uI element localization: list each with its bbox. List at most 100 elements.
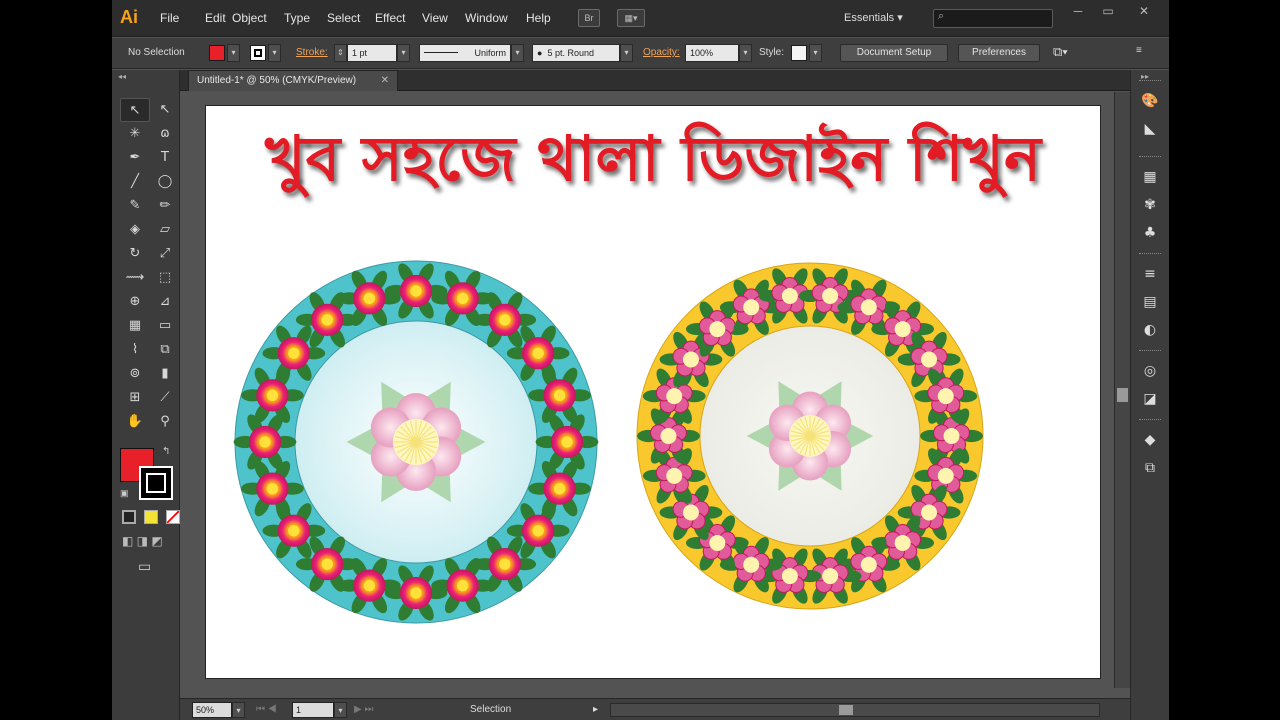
type-tool-icon[interactable]: T [150,146,180,170]
stroke-stepper[interactable]: ⇕ [334,44,347,62]
menu-effect[interactable]: Effect [375,11,405,25]
close-window-button[interactable]: ✕ [1130,4,1158,18]
panel-group-grip[interactable] [1139,419,1161,421]
menu-object[interactable]: Object [232,11,267,25]
brushes-icon[interactable]: ✾ [1139,194,1161,216]
line-tool-icon[interactable]: ╱ [120,170,150,194]
minimize-button[interactable]: ─ [1064,4,1092,18]
search-input[interactable]: ⌕ [933,9,1053,28]
stroke-weight-field[interactable]: 1 pt [347,44,397,62]
transparency-icon[interactable]: ◐ [1139,319,1161,341]
arrange-documents-icon[interactable]: ▦▾ [617,9,645,27]
color-panel-icon[interactable]: 🎨 [1139,90,1161,112]
swatches-icon[interactable]: ▦ [1139,166,1161,188]
menu-help[interactable]: Help [526,11,551,25]
stroke-color-box[interactable] [139,466,173,500]
profile-dropdown[interactable]: ▾ [511,44,524,62]
pen-tool-icon[interactable]: ✒ [120,146,150,170]
free-transform-tool-icon[interactable]: ⬚ [150,266,180,290]
layers-icon[interactable]: ◆ [1139,429,1161,451]
opacity-field[interactable]: 100% [685,44,739,62]
menu-select[interactable]: Select [327,11,360,25]
ellipse-tool-icon[interactable]: ◯ [150,170,180,194]
panel-group-grip[interactable] [1139,156,1161,158]
blob-brush-tool-icon[interactable]: ◈ [120,218,150,242]
stroke-label[interactable]: Stroke: [296,47,328,58]
zoom-field[interactable]: 50% [192,702,232,718]
artboard-number-field[interactable]: 1 [292,702,334,718]
last-artboard-icon[interactable]: ▶ ⏭ [354,704,373,715]
width-tool-icon[interactable]: ⟿ [120,266,150,290]
color-guide-icon[interactable]: ◣ [1139,118,1161,140]
mesh-tool-icon[interactable]: ▦ [120,314,150,338]
align-icon[interactable]: ⧉▾ [1053,44,1068,60]
restore-button[interactable]: ▭ [1094,4,1122,18]
color-mode-icon[interactable] [122,510,136,524]
opacity-label[interactable]: Opacity: [643,47,680,58]
graphic-styles-icon[interactable]: ◪ [1139,388,1161,410]
menu-file[interactable]: File [160,11,179,25]
column-graph-tool-icon[interactable]: ▮ [150,362,180,386]
hand-tool-icon[interactable]: ✋ [120,410,150,434]
default-colors-icon[interactable]: ▣ [120,488,129,499]
zoom-tool-icon[interactable]: ⚲ [150,410,180,434]
slice-tool-icon[interactable]: ⟋ [150,386,180,410]
artboards-icon[interactable]: ⧉ [1139,457,1161,479]
appearance-icon[interactable]: ◎ [1139,360,1161,382]
horizontal-scroll-thumb[interactable] [839,705,853,715]
draw-mode-icons[interactable]: ◧ ◨ ◩ [122,534,163,548]
canvas-area[interactable]: খুব সহজে থালা ডিজাইন শিখুন [180,92,1114,688]
selection-tool-icon[interactable]: ↖ [120,98,150,122]
brush-definition[interactable]: ● 5 pt. Round [532,44,620,62]
gradient-icon[interactable]: ▤ [1139,291,1161,313]
rotate-tool-icon[interactable]: ↻ [120,242,150,266]
scale-tool-icon[interactable]: ⤢ [150,242,180,266]
menu-type[interactable]: Type [284,11,310,25]
workspace-switcher[interactable]: Essentials ▾ [844,11,903,24]
stroke-weight-dropdown[interactable]: ▾ [397,44,410,62]
panel-group-grip[interactable] [1139,350,1161,352]
artboard[interactable]: খুব সহজে থালা ডিজাইন শিখুন [205,105,1101,679]
document-tab[interactable]: Untitled-1* @ 50% (CMYK/Preview) ✕ [188,70,398,91]
shape-builder-tool-icon[interactable]: ⊕ [120,290,150,314]
graphic-style-swatch[interactable] [791,45,807,61]
perspective-grid-tool-icon[interactable]: ⊿ [150,290,180,314]
stroke-icon[interactable]: ≡ [1139,263,1161,285]
symbol-sprayer-tool-icon[interactable]: ⊚ [120,362,150,386]
menu-view[interactable]: View [422,11,448,25]
magic-wand-tool-icon[interactable]: ✳ [120,122,150,146]
panel-group-grip[interactable] [1139,253,1161,255]
first-artboard-icon[interactable]: ⏮ ◀ [256,704,277,715]
vertical-scroll-thumb[interactable] [1117,388,1128,402]
bridge-button[interactable]: Br [578,9,600,27]
gradient-mode-icon[interactable] [144,510,158,524]
menu-edit[interactable]: Edit [205,11,226,25]
collapse-icon[interactable]: ◂◂ [118,72,126,81]
blend-tool-icon[interactable]: ⧉ [150,338,180,362]
gradient-tool-icon[interactable]: ▭ [150,314,180,338]
document-setup-button[interactable]: Document Setup [840,44,948,62]
eyedropper-tool-icon[interactable]: ⌇ [120,338,150,362]
menu-window[interactable]: Window [465,11,508,25]
stroke-dropdown[interactable]: ▾ [268,44,281,62]
brush-dropdown[interactable]: ▾ [620,44,633,62]
opacity-dropdown[interactable]: ▾ [739,44,752,62]
artboard-tool-icon[interactable]: ⊞ [120,386,150,410]
close-tab-icon[interactable]: ✕ [381,71,389,91]
vertical-scrollbar[interactable] [1114,92,1130,688]
horizontal-scrollbar[interactable] [610,703,1100,717]
zoom-dropdown[interactable]: ▾ [232,702,245,718]
symbols-icon[interactable]: ♣ [1139,222,1161,244]
variable-width-profile[interactable]: Uniform [419,44,511,62]
fill-swatch[interactable] [209,45,225,61]
screen-mode-icon[interactable]: ▭ [138,558,151,575]
artboard-dropdown[interactable]: ▾ [334,702,347,718]
panel-group-grip[interactable] [1139,80,1161,82]
stroke-swatch[interactable] [250,45,266,61]
direct-selection-tool-icon[interactable]: ↖ [150,98,180,122]
panel-menu-icon[interactable]: ≡ [1136,45,1142,56]
pencil-tool-icon[interactable]: ✏ [150,194,180,218]
lasso-tool-icon[interactable]: ɷ [150,122,180,146]
status-menu-icon[interactable]: ▸ [593,704,598,715]
swap-colors-icon[interactable]: ↰ [162,446,170,457]
